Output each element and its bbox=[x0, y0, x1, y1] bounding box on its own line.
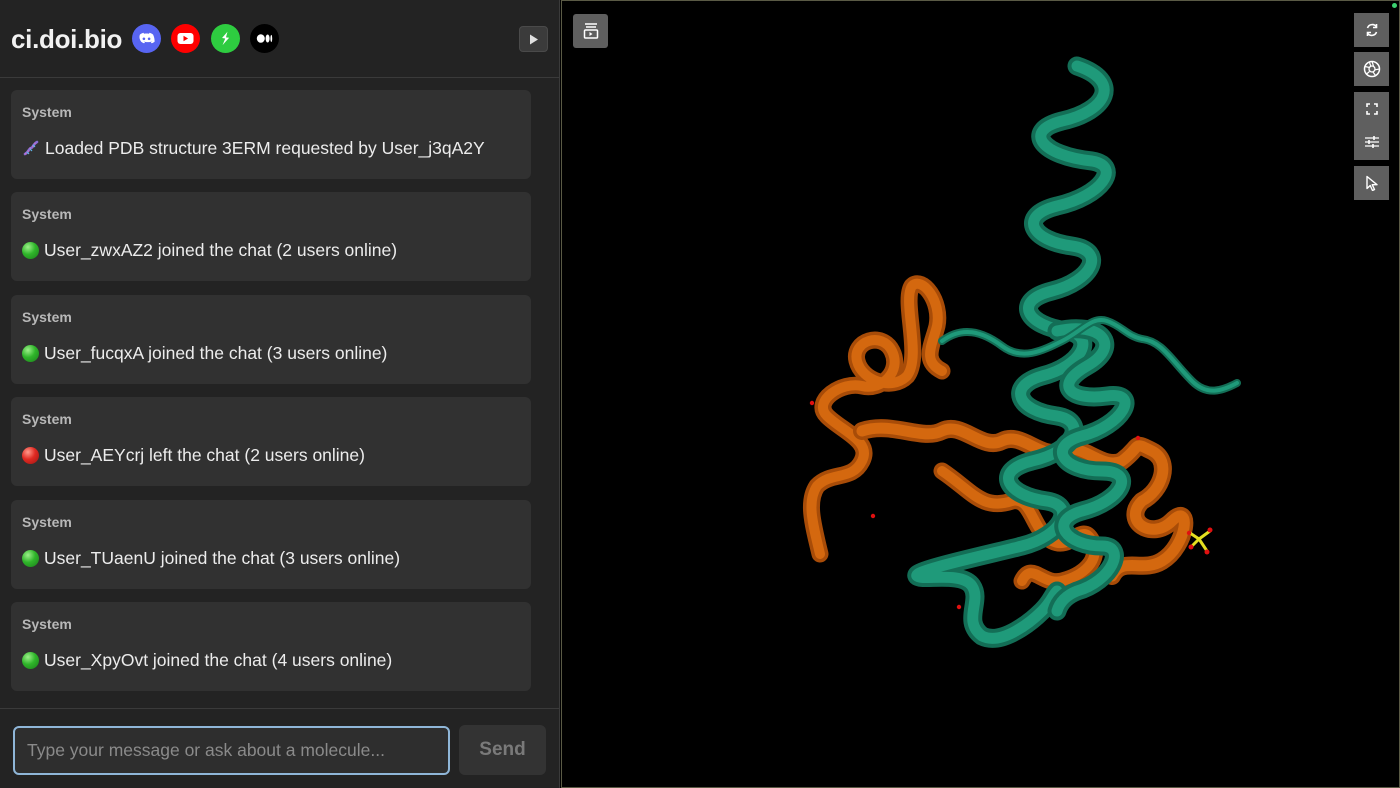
message-text: User_TUaenU joined the chat (3 users onl… bbox=[22, 547, 400, 569]
protein-structure-3erm[interactable] bbox=[562, 1, 1400, 788]
message-item: System User_AEYcrj left the chat (2 user… bbox=[11, 397, 531, 486]
message-text: User_fucqxA joined the chat (3 users onl… bbox=[22, 342, 387, 364]
message-item: System User_TUaenU joined the chat (3 us… bbox=[11, 500, 531, 589]
green-circle-icon bbox=[22, 549, 39, 567]
molecule-viewer[interactable] bbox=[561, 0, 1400, 788]
message-item: System User_XpyOvt joined the chat (4 us… bbox=[11, 602, 531, 691]
bluesky-icon[interactable] bbox=[211, 24, 240, 53]
green-circle-icon bbox=[22, 651, 39, 669]
settings-icon[interactable] bbox=[1364, 135, 1380, 149]
select-mode-button[interactable] bbox=[1354, 166, 1389, 200]
message-sender: System bbox=[22, 411, 72, 427]
message-text: User_zwxAZ2 joined the chat (2 users onl… bbox=[22, 239, 397, 261]
discord-icon[interactable] bbox=[132, 24, 161, 53]
sequence-panel-button[interactable] bbox=[573, 14, 608, 48]
reset-view-button[interactable] bbox=[1354, 13, 1389, 47]
message-sender: System bbox=[22, 616, 72, 632]
reset-view-icon bbox=[1366, 23, 1377, 37]
message-item: System User_fucqxA joined the chat (3 us… bbox=[11, 295, 531, 384]
green-circle-icon bbox=[22, 241, 39, 259]
medium-icon[interactable] bbox=[250, 24, 279, 53]
message-item: System User_zwxAZ2 joined the chat (2 us… bbox=[11, 192, 531, 281]
chain-a-ribbon bbox=[907, 56, 1241, 648]
message-text-content: User_fucqxA joined the chat (3 users onl… bbox=[44, 343, 388, 363]
fullscreen-icon[interactable] bbox=[1365, 103, 1378, 115]
message-input[interactable] bbox=[13, 726, 450, 775]
play-icon bbox=[529, 34, 538, 44]
composer: Send bbox=[0, 708, 559, 788]
message-text-content: User_TUaenU joined the chat (3 users onl… bbox=[44, 548, 401, 568]
message-sender: System bbox=[22, 206, 72, 222]
send-button[interactable]: Send bbox=[459, 725, 546, 775]
toggle-panel-button[interactable] bbox=[519, 26, 548, 52]
chat-panel: ci.doi.bio System Loaded PDB structure 3… bbox=[0, 0, 560, 788]
playlist-icon bbox=[583, 23, 598, 39]
message-text-content: User_XpyOvt joined the chat (4 users onl… bbox=[44, 650, 393, 670]
message-text: Loaded PDB structure 3ERM requested by U… bbox=[22, 137, 485, 159]
message-text-content: User_zwxAZ2 joined the chat (2 users onl… bbox=[44, 240, 398, 260]
youtube-icon[interactable] bbox=[171, 24, 200, 53]
red-circle-icon bbox=[22, 446, 39, 464]
screenshot-icon bbox=[1363, 60, 1380, 78]
message-text-content: User_AEYcrj left the chat (2 users onlin… bbox=[44, 445, 365, 465]
connection-status-indicator bbox=[1392, 3, 1397, 8]
message-text: User_XpyOvt joined the chat (4 users onl… bbox=[22, 649, 392, 671]
message-item: System Loaded PDB structure 3ERM request… bbox=[11, 90, 531, 179]
dna-icon bbox=[23, 140, 39, 156]
select-cursor-icon bbox=[1365, 175, 1378, 191]
screenshot-button[interactable] bbox=[1354, 52, 1389, 86]
message-text: User_AEYcrj left the chat (2 users onlin… bbox=[22, 444, 365, 466]
brand-title[interactable]: ci.doi.bio bbox=[11, 22, 122, 56]
green-circle-icon bbox=[22, 344, 39, 362]
chat-header: ci.doi.bio bbox=[0, 0, 559, 78]
message-sender: System bbox=[22, 514, 72, 530]
message-text-content: Loaded PDB structure 3ERM requested by U… bbox=[45, 138, 485, 158]
message-sender: System bbox=[22, 309, 72, 325]
view-controls-group bbox=[1354, 92, 1389, 160]
message-sender: System bbox=[22, 104, 72, 120]
chain-b-ribbon bbox=[803, 275, 1194, 591]
